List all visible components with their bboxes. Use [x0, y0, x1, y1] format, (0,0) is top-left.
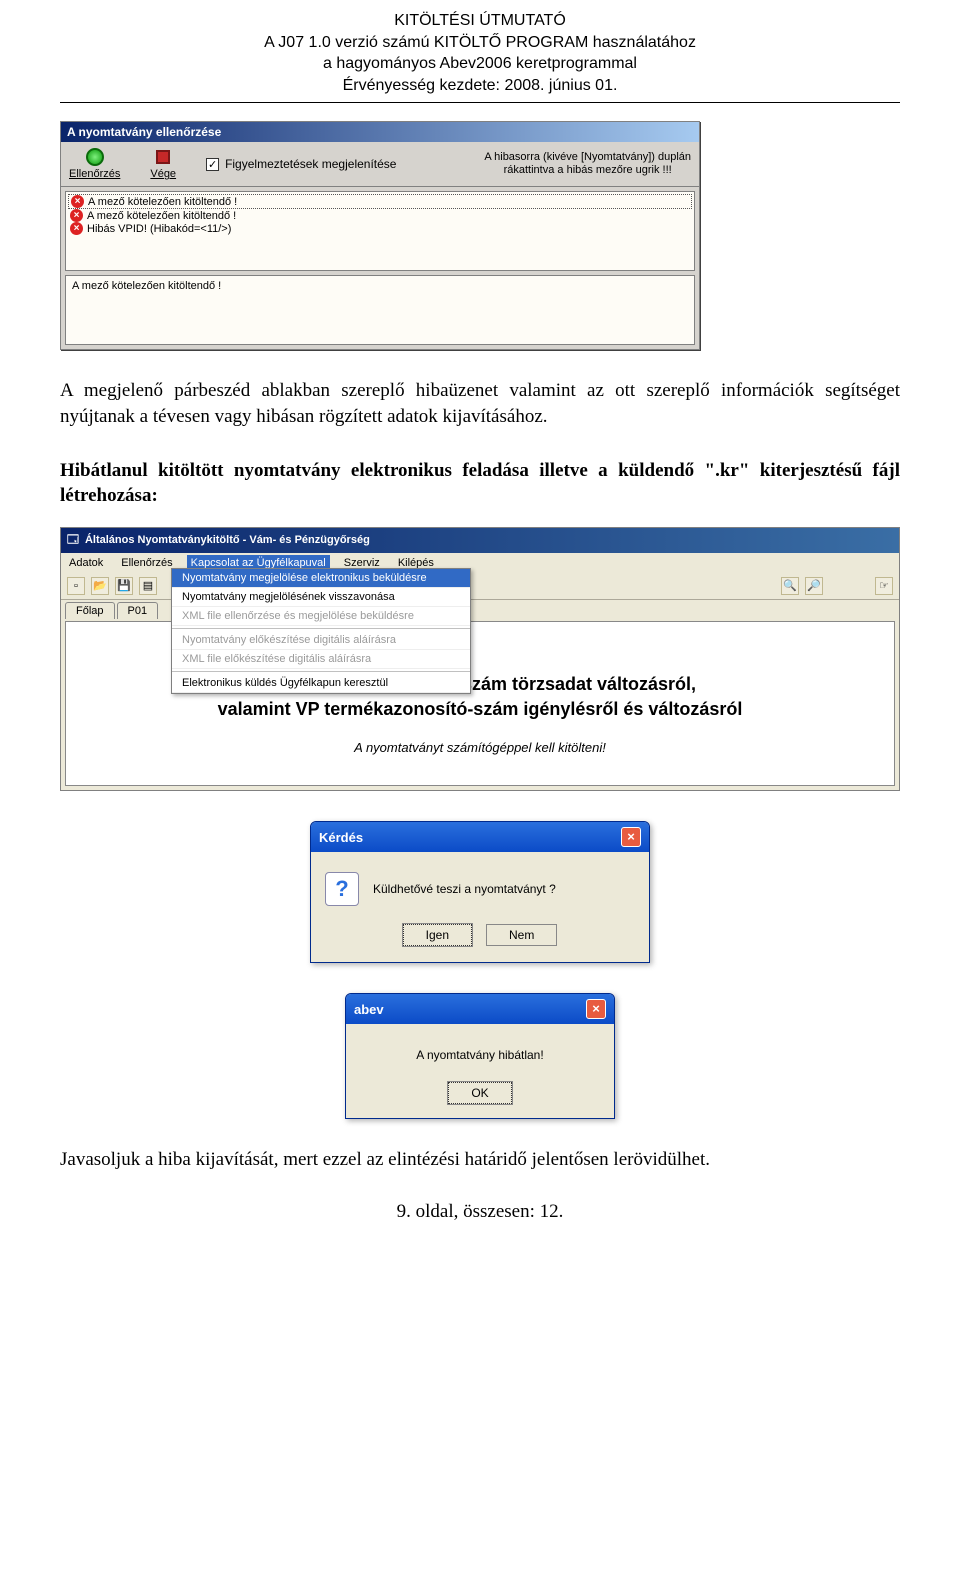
tab-p01[interactable]: P01: [117, 602, 159, 619]
tab-folap[interactable]: Főlap: [65, 602, 115, 619]
checkbox-label: Figyelmeztetések megjelenítése: [225, 157, 396, 171]
error-row[interactable]: × A mező kötelezően kitöltendő !: [68, 194, 692, 209]
error-icon: ×: [71, 195, 84, 208]
menu-adatok[interactable]: Adatok: [65, 555, 107, 571]
app-icon: 🗔: [67, 531, 79, 550]
checkmark-icon: ✓: [206, 158, 219, 171]
check-button[interactable]: Ellenőrzés: [69, 148, 120, 180]
close-icon[interactable]: ×: [586, 999, 606, 1019]
show-warnings-checkbox[interactable]: ✓ Figyelmeztetések megjelenítése: [206, 157, 396, 171]
doc-header: KITÖLTÉSI ÚTMUTATÓ A J07 1.0 verzió szám…: [60, 0, 900, 103]
end-button[interactable]: Vége: [150, 148, 176, 180]
print-icon[interactable]: ▤: [139, 577, 157, 595]
menu-ellenorzes[interactable]: Ellenőrzés: [117, 555, 176, 571]
menu-separator: [172, 628, 470, 629]
error-text: A mező kötelezően kitöltendő !: [87, 210, 236, 222]
check-label: Ellenőrzés: [69, 168, 120, 180]
error-icon: ×: [70, 209, 83, 222]
pointer-icon[interactable]: ☞: [875, 577, 893, 595]
message-area: A mező kötelezően kitöltendő !: [65, 275, 695, 345]
app-title-bar: 🗔 Általános Nyomtatványkitöltő - Vám- és…: [61, 528, 899, 553]
doc-header-line: A J07 1.0 verzió számú KITÖLTŐ PROGRAM h…: [60, 32, 900, 54]
error-list[interactable]: × A mező kötelezően kitöltendő ! × A mez…: [65, 191, 695, 271]
form-subtitle: A nyomtatványt számítógéppel kell kitölt…: [86, 740, 874, 755]
error-row[interactable]: × A mező kötelezően kitöltendő !: [68, 209, 692, 222]
close-icon[interactable]: ×: [621, 827, 641, 847]
menu-item-xml-check: XML file ellenőrzése és megjelölése bekü…: [172, 607, 470, 626]
error-check-window: A nyomtatvány ellenőrzése Ellenőrzés Vég…: [60, 121, 700, 350]
question-icon: ?: [325, 872, 359, 906]
toolbar: Ellenőrzés Vége ✓ Figyelmeztetések megje…: [61, 142, 699, 187]
dialog-title: Kérdés: [319, 830, 363, 845]
menu-item-xml-sign: XML file előkészítése digitális aláírásr…: [172, 650, 470, 669]
abev-dialog: abev × A nyomtatvány hibátlan! OK: [345, 993, 615, 1119]
message-text: A mező kötelezően kitöltendő !: [72, 280, 221, 292]
end-label: Vége: [150, 168, 176, 180]
error-row[interactable]: × Hibás VPID! (Hibakód=<11/>): [68, 222, 692, 235]
menu-item-esend[interactable]: Elektronikus küldés Ügyfélkapun keresztü…: [172, 674, 470, 693]
dialog-title: abev: [354, 1002, 384, 1017]
error-text: A mező kötelezően kitöltendő !: [88, 196, 237, 208]
dialog-text: A nyomtatvány hibátlan!: [356, 1048, 604, 1062]
window-title: A nyomtatvány ellenőrzése: [61, 122, 699, 142]
stop-icon: [156, 150, 170, 164]
menu-item-unmark[interactable]: Nyomtatvány megjelölésének visszavonása: [172, 588, 470, 607]
app-window: 🗔 Általános Nyomtatványkitöltő - Vám- és…: [60, 527, 900, 791]
no-button[interactable]: Nem: [486, 924, 557, 946]
hint-text: A hibasorra (kivéve [Nyomtatvány]) duplá…: [484, 151, 691, 179]
page-number: 9. oldal, összesen: 12.: [60, 1201, 900, 1223]
menu-item-mark-send[interactable]: Nyomtatvány megjelölése elektronikus bek…: [172, 569, 470, 588]
open-icon[interactable]: 📂: [91, 577, 109, 595]
doc-header-line: Érvényesség kezdete: 2008. június 01.: [60, 75, 900, 97]
error-icon: ×: [70, 222, 83, 235]
question-dialog: Kérdés × ? Küldhetővé teszi a nyomtatván…: [310, 821, 650, 963]
check-icon: [86, 148, 104, 166]
paragraph-bold: Hibátlanul kitöltött nyomtatvány elektro…: [60, 458, 900, 509]
error-text: Hibás VPID! (Hibakód=<11/>): [87, 223, 231, 235]
zoom-out-icon[interactable]: 🔎: [805, 577, 823, 595]
footer-paragraph: Javasoljuk a hiba kijavítását, mert ezze…: [60, 1149, 900, 1171]
doc-header-line: KITÖLTÉSI ÚTMUTATÓ: [60, 10, 900, 32]
app-title-text: Általános Nyomtatványkitöltő - Vám- és P…: [85, 534, 370, 546]
doc-header-line: a hagyományos Abev2006 keretprogrammal: [60, 53, 900, 75]
dialog-titlebar: abev ×: [346, 994, 614, 1024]
zoom-in-icon[interactable]: 🔍: [781, 577, 799, 595]
menu-item-prep-sign: Nyomtatvány előkészítése digitális aláír…: [172, 631, 470, 650]
save-icon[interactable]: 💾: [115, 577, 133, 595]
new-icon[interactable]: ▫: [67, 577, 85, 595]
dialog-titlebar: Kérdés ×: [311, 822, 649, 852]
ok-button[interactable]: OK: [448, 1082, 511, 1104]
yes-button[interactable]: Igen: [403, 924, 472, 946]
menu-separator: [172, 671, 470, 672]
dropdown-menu: Nyomtatvány megjelölése elektronikus bek…: [171, 568, 471, 694]
dialog-text: Küldhetővé teszi a nyomtatványt ?: [373, 882, 556, 896]
paragraph: A megjelenő párbeszéd ablakban szereplő …: [60, 378, 900, 429]
